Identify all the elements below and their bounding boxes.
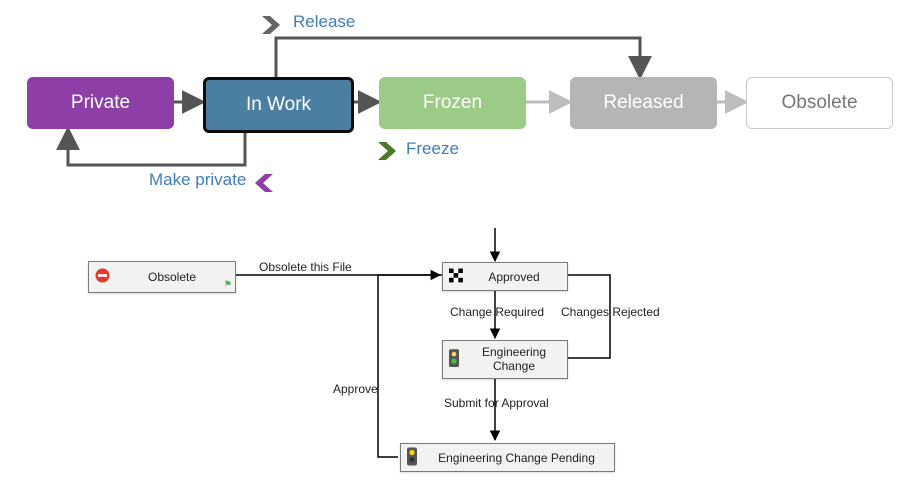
release-action-label: Release (293, 12, 355, 32)
edge-approve: Approve (333, 382, 378, 396)
state-private[interactable]: Private (27, 77, 174, 129)
state-label: Frozen (423, 92, 482, 114)
state-label: Released (603, 92, 683, 114)
edge-change-required: Change Required (450, 305, 544, 319)
freeze-action-label: Freeze (406, 139, 459, 159)
state-obsolete[interactable]: Obsolete (746, 77, 893, 129)
node-label: Obsolete (148, 270, 196, 284)
checkered-flag-icon (449, 268, 463, 285)
make-private-chevron-icon (251, 172, 275, 194)
edge-obsolete-this-file: Obsolete this File (259, 260, 352, 274)
edge-changes-rejected: Changes Rejected (561, 305, 660, 319)
traffic-light-yellow-icon (407, 447, 417, 468)
make-private-action-label: Make private (149, 170, 246, 190)
node-label: Engineering Change (482, 346, 546, 374)
diagram-canvas: Private In Work Frozen Released Obsolete… (0, 0, 901, 500)
node-label: Engineering Change Pending (438, 451, 595, 465)
freeze-chevron-icon (378, 140, 402, 162)
edge-submit-for-approval: Submit for Approval (444, 396, 549, 410)
state-label: In Work (246, 94, 311, 116)
state-frozen[interactable]: Frozen (379, 77, 526, 129)
node-engineering-change-pending[interactable]: Engineering Change Pending (400, 443, 615, 472)
traffic-light-green-icon (449, 349, 459, 371)
node-approved[interactable]: Approved (442, 262, 568, 291)
node-obsolete[interactable]: Obsolete ⚑ (88, 261, 236, 293)
state-label: Obsolete (781, 92, 857, 114)
node-engineering-change[interactable]: Engineering Change (442, 340, 568, 379)
state-in-work[interactable]: In Work (203, 77, 354, 133)
flag-icon: ⚑ (224, 279, 232, 290)
release-chevron-icon (262, 14, 286, 36)
state-released[interactable]: Released (570, 77, 717, 129)
state-label: Private (71, 92, 130, 114)
stop-icon (95, 268, 110, 286)
node-label: Approved (488, 270, 539, 284)
lower-arrows-layer (0, 0, 901, 500)
